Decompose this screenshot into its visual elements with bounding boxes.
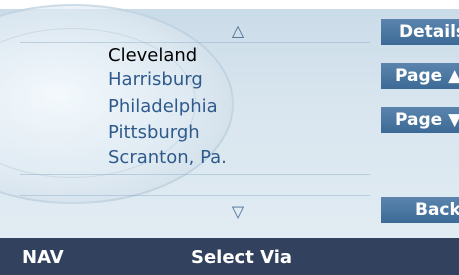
- scroll-down-arrow-icon[interactable]: ▽: [228, 203, 248, 221]
- nav-screen: △ Cleveland Harrisburg Philadelphia Pitt…: [0, 0, 459, 275]
- row-divider: [20, 174, 370, 175]
- list-item-harrisburg[interactable]: Harrisburg: [108, 69, 203, 91]
- page-down-button[interactable]: Page ▼: [381, 107, 459, 133]
- screen-title: Select Via: [191, 247, 293, 268]
- status-bar: NAV Select Via: [0, 238, 459, 275]
- list-item-cleveland[interactable]: Cleveland: [108, 45, 197, 67]
- list-item-philadelphia[interactable]: Philadelphia: [108, 96, 218, 118]
- nav-mode-label[interactable]: NAV: [22, 247, 64, 268]
- list-item-scranton[interactable]: Scranton, Pa.: [108, 147, 227, 169]
- details-button[interactable]: Details: [381, 19, 459, 45]
- row-divider: [20, 42, 370, 43]
- list-item-pittsburgh[interactable]: Pittsburgh: [108, 122, 200, 144]
- scroll-up-arrow-icon[interactable]: △: [228, 22, 248, 40]
- page-up-button[interactable]: Page ▲: [381, 63, 459, 89]
- row-divider: [20, 195, 370, 196]
- back-button[interactable]: Back: [381, 197, 459, 223]
